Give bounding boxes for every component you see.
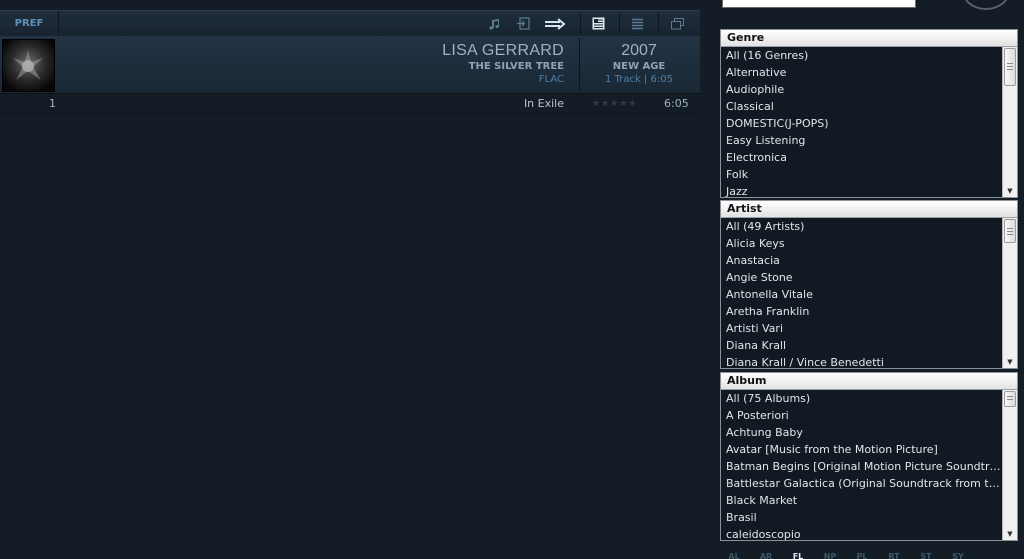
genre-scrollbar[interactable]: ▼: [1002, 47, 1017, 197]
list-item[interactable]: Brasil: [721, 509, 1003, 526]
genre-panel-header[interactable]: Genre: [721, 30, 1017, 47]
playlist-pane: PREF LISA GERRARD THE SILVER TREE FLAC 2…: [0, 0, 700, 559]
track-duration: 6:05: [664, 97, 689, 110]
list-item[interactable]: Batman Begins [Original Motion Picture S…: [721, 458, 1003, 475]
list-item[interactable]: Anastacia: [721, 252, 1003, 269]
list-item[interactable]: Artisti Vari: [721, 320, 1003, 337]
toolbar-separator: [580, 13, 581, 34]
album-scrollbar[interactable]: ▼: [1002, 390, 1017, 540]
toolbar: PREF: [0, 10, 700, 37]
list-item[interactable]: Antonella Vitale: [721, 286, 1003, 303]
toolbar-separator: [658, 13, 659, 34]
list-item[interactable]: Classical: [721, 98, 1003, 115]
list-item[interactable]: All (75 Albums): [721, 390, 1003, 407]
list-item[interactable]: Angie Stone: [721, 269, 1003, 286]
toolbar-separator: [619, 13, 620, 34]
search-input[interactable]: [722, 0, 916, 8]
list-item[interactable]: Folk: [721, 166, 1003, 183]
library-browser: Genre All (16 Genres) Alternative Audiop…: [700, 0, 1024, 559]
genre-panel: Genre All (16 Genres) Alternative Audiop…: [720, 29, 1018, 198]
album-track-info: 1 Track | 6:05: [605, 74, 673, 85]
album-genre: NEW AGE: [612, 61, 666, 72]
list-item[interactable]: Diana Krall / Vince Benedetti: [721, 354, 1003, 368]
album-artist: LISA GERRARD: [442, 42, 564, 59]
album-panel-header[interactable]: Album: [721, 373, 1017, 390]
scroll-down-icon[interactable]: ▼: [1003, 357, 1017, 367]
list-item[interactable]: Battlestar Galactica (Original Soundtrac…: [721, 475, 1003, 492]
artist-panel-header[interactable]: Artist: [721, 201, 1017, 218]
list-item[interactable]: All (16 Genres): [721, 47, 1003, 64]
track-title: In Exile: [523, 97, 564, 110]
tab-pl[interactable]: PL: [848, 550, 876, 559]
list-item[interactable]: Audiophile: [721, 81, 1003, 98]
list-item[interactable]: Aretha Franklin: [721, 303, 1003, 320]
track-rating[interactable]: ★★★★★: [592, 95, 637, 113]
pref-button[interactable]: PREF: [0, 11, 59, 36]
shuffle-arrow-icon[interactable]: [540, 11, 570, 36]
file-format: FLAC: [538, 74, 564, 85]
album-header[interactable]: LISA GERRARD THE SILVER TREE FLAC 2007 N…: [0, 36, 700, 94]
track-row[interactable]: 1 In Exile ★★★★★ 6:05: [0, 95, 700, 114]
import-icon[interactable]: [512, 11, 534, 36]
window-icon[interactable]: [664, 11, 690, 36]
list-item[interactable]: Easy Listening: [721, 132, 1003, 149]
list-item[interactable]: A Posteriori: [721, 407, 1003, 424]
music-note-icon[interactable]: [484, 11, 506, 36]
bottom-tab-bar: AL AR FL NP PL RT ST SY: [720, 550, 1020, 559]
tab-fl[interactable]: FL: [784, 550, 812, 559]
tab-rt[interactable]: RT: [880, 550, 908, 559]
tab-sy[interactable]: SY: [944, 550, 972, 559]
artist-scrollbar[interactable]: ▼: [1002, 218, 1017, 368]
tab-np[interactable]: NP: [816, 550, 844, 559]
list-item[interactable]: Alicia Keys: [721, 235, 1003, 252]
scroll-thumb[interactable]: [1004, 48, 1016, 86]
scroll-thumb[interactable]: [1004, 219, 1016, 243]
tab-ar[interactable]: AR: [752, 550, 780, 559]
scroll-down-icon[interactable]: ▼: [1003, 186, 1017, 196]
album-title: THE SILVER TREE: [468, 61, 564, 72]
list-item[interactable]: Avatar [Music from the Motion Picture]: [721, 441, 1003, 458]
volume-knob[interactable]: [962, 0, 1010, 10]
list-item[interactable]: Jazz: [721, 183, 1003, 197]
scroll-thumb[interactable]: [1004, 391, 1016, 407]
track-number: 1: [49, 97, 56, 110]
genre-list[interactable]: All (16 Genres) Alternative Audiophile C…: [721, 47, 1003, 197]
album-year: 2007: [621, 42, 657, 59]
scroll-down-icon[interactable]: ▼: [1003, 529, 1017, 539]
artist-list[interactable]: All (49 Artists) Alicia Keys Anastacia A…: [721, 218, 1003, 368]
album-panel: Album All (75 Albums) A Posteriori Achtu…: [720, 372, 1018, 541]
list-item[interactable]: Achtung Baby: [721, 424, 1003, 441]
list-item[interactable]: Black Market: [721, 492, 1003, 509]
album-list[interactable]: All (75 Albums) A Posteriori Achtung Bab…: [721, 390, 1003, 540]
list-item[interactable]: Electronica: [721, 149, 1003, 166]
tab-st[interactable]: ST: [912, 550, 940, 559]
list-item[interactable]: Alternative: [721, 64, 1003, 81]
album-view-icon[interactable]: [585, 11, 611, 36]
album-cover-art[interactable]: [2, 39, 55, 92]
tab-al[interactable]: AL: [720, 550, 748, 559]
list-item[interactable]: caleidoscopio: [721, 526, 1003, 540]
list-item[interactable]: DOMESTIC(J-POPS): [721, 115, 1003, 132]
list-item[interactable]: Diana Krall: [721, 337, 1003, 354]
list-item[interactable]: All (49 Artists): [721, 218, 1003, 235]
artist-panel: Artist All (49 Artists) Alicia Keys Anas…: [720, 200, 1018, 369]
list-view-icon[interactable]: [624, 11, 650, 36]
